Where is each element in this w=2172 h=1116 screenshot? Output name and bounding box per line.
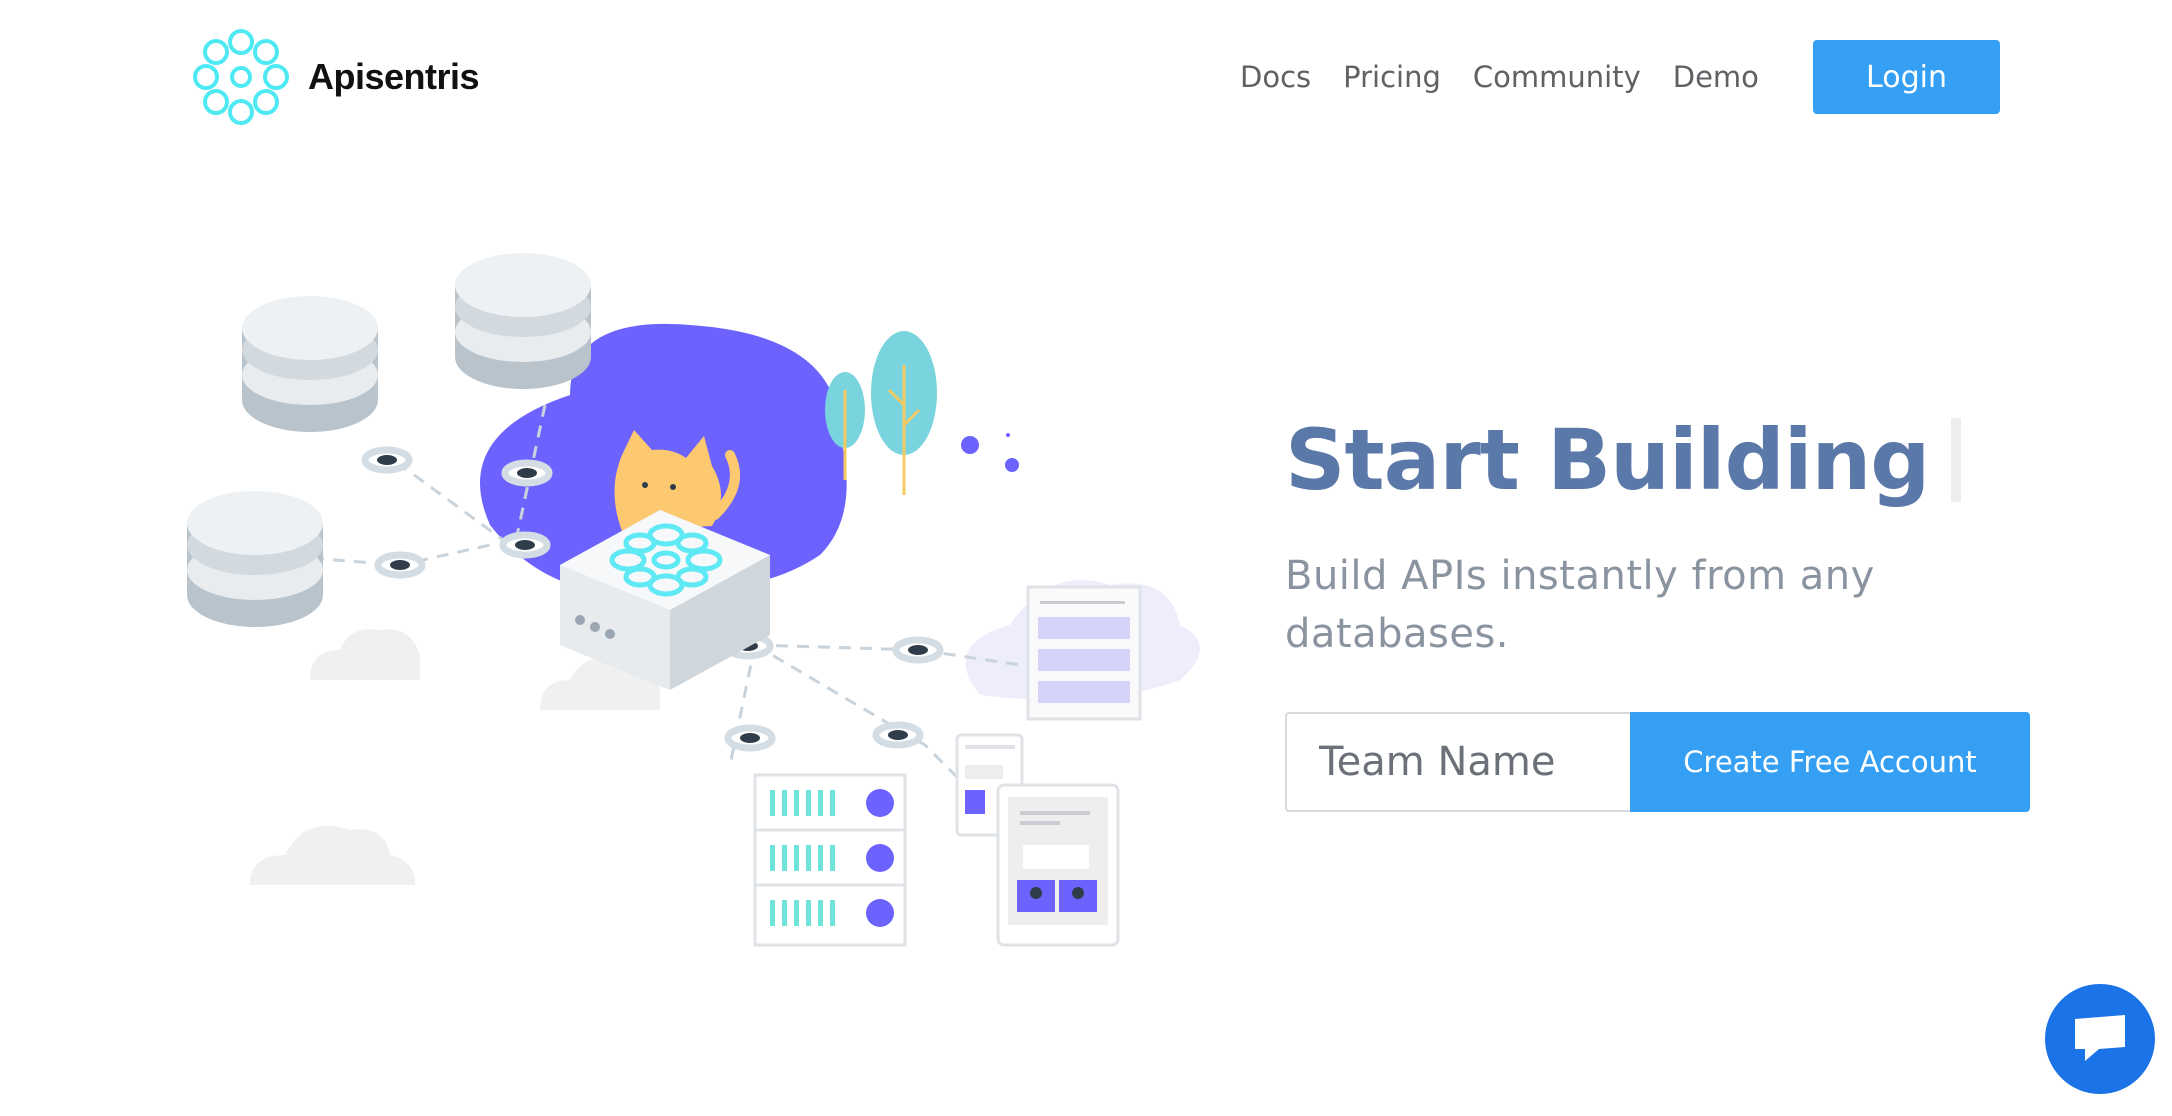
create-free-account-button[interactable]: Create Free Account	[1630, 712, 2030, 812]
brand-logo[interactable]: Apisentris	[186, 22, 480, 132]
nav-pricing[interactable]: Pricing	[1343, 60, 1441, 94]
server-rack-icon	[753, 773, 907, 947]
signup-form: Create Free Account	[1285, 712, 2030, 812]
hero-section: Start Building Build APIs instantly from…	[1285, 405, 2085, 663]
nav-demo[interactable]: Demo	[1673, 60, 1759, 94]
login-button[interactable]: Login	[1813, 40, 2000, 114]
hero-illustration	[187, 253, 1200, 947]
hero-title: Start Building	[1285, 411, 1930, 509]
main-nav: Docs Pricing Community Demo	[1240, 40, 1791, 114]
hero-title-row: Start Building	[1285, 405, 2085, 515]
chat-bubble-icon	[2075, 1015, 2125, 1061]
nav-docs[interactable]: Docs	[1240, 60, 1311, 94]
cloud-icon	[250, 629, 660, 885]
nav-community[interactable]: Community	[1473, 60, 1641, 94]
tablet-icon	[955, 733, 1120, 947]
typing-cursor	[1951, 418, 1962, 502]
chat-widget-button[interactable]	[2045, 984, 2155, 1094]
document-icon	[1026, 585, 1142, 721]
site-header: Apisentris Docs Pricing Community Demo L…	[0, 0, 2172, 155]
logo-icon	[193, 29, 289, 125]
hero-subtitle: Build APIs instantly from any databases.	[1285, 553, 1875, 657]
team-name-input[interactable]	[1285, 712, 1630, 812]
brand-name: Apisentris	[308, 56, 480, 97]
